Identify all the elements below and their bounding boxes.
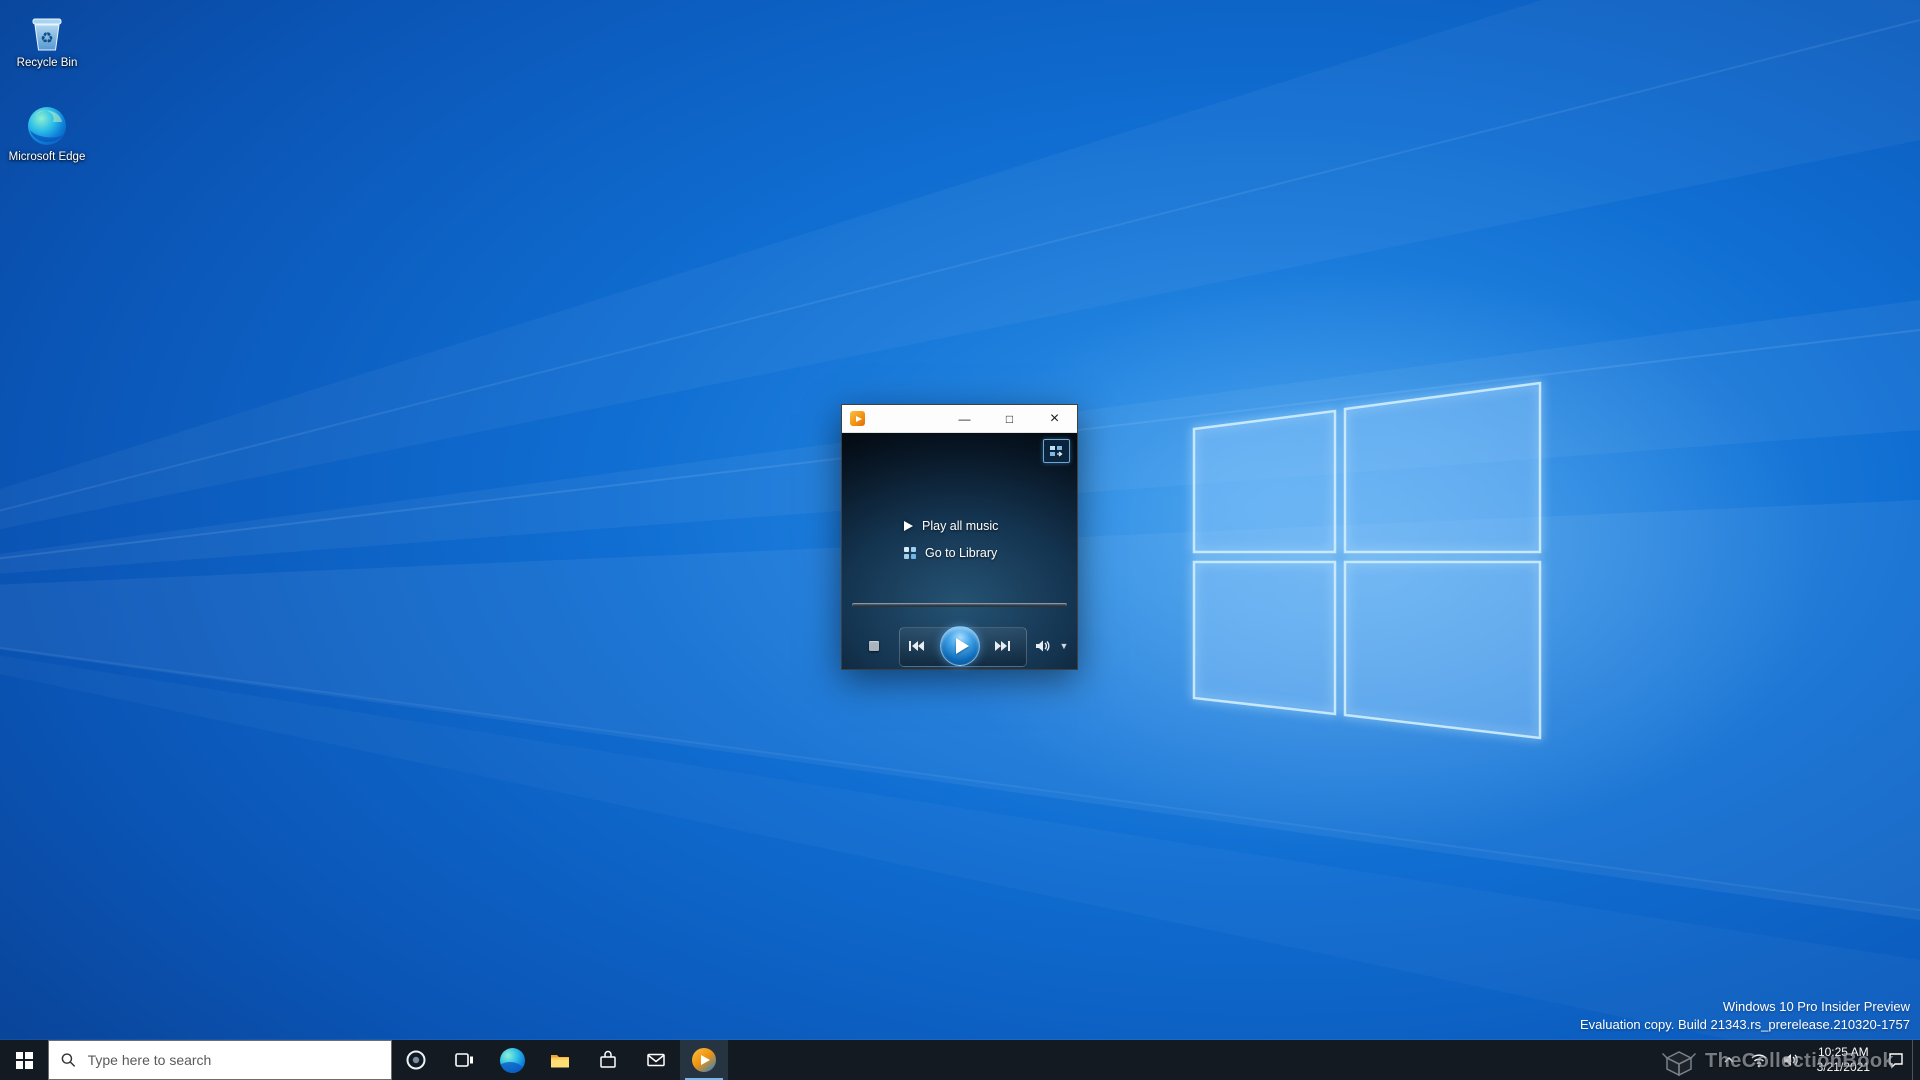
previous-button[interactable] [908,640,924,652]
show-desktop-button[interactable] [1912,1040,1920,1080]
more-options-button[interactable]: ▼ [1060,641,1069,651]
chevron-down-icon: ▼ [1059,641,1069,651]
mail-icon [647,1053,665,1067]
stop-button[interactable] [869,641,879,651]
volume-icon [1783,1054,1798,1066]
mute-button[interactable] [1035,639,1051,653]
clock-time: 10:25 AM [1817,1045,1869,1059]
taskbar: 10:25 AM 3/21/2021 [0,1040,1920,1080]
taskbar-item-task-view[interactable] [440,1040,488,1080]
taskbar-item-mail[interactable] [632,1040,680,1080]
minimize-button[interactable]: — [942,405,987,432]
edge-icon [28,107,66,145]
taskbar-item-microsoft-store[interactable] [584,1040,632,1080]
chevron-up-icon [1724,1056,1734,1063]
clock-date: 3/21/2021 [1816,1060,1870,1074]
desktop-icon-microsoft-edge[interactable]: Microsoft Edge [8,104,86,165]
build-watermark: Windows 10 Pro Insider Preview Evaluatio… [1580,998,1910,1034]
task-view-icon [455,1053,473,1067]
desktop-icon-label: Recycle Bin [16,57,78,69]
stop-icon [869,641,879,651]
next-button[interactable] [995,640,1011,652]
action-center-icon [1889,1053,1903,1069]
taskbar-clock[interactable]: 10:25 AM 3/21/2021 [1807,1040,1880,1080]
svg-text:♻: ♻ [40,29,53,47]
play-icon [904,521,913,531]
build-watermark-line1: Windows 10 Pro Insider Preview [1722,999,1910,1014]
menu-item-label: Play all music [922,519,999,533]
library-grid-icon [904,547,916,559]
windows-media-player-icon [692,1048,716,1072]
media-player-window: — □ × Play all music Go to Library ▼ [841,404,1078,670]
taskbar-item-cortana[interactable] [392,1040,440,1080]
system-tray: 10:25 AM 3/21/2021 [1715,1040,1920,1080]
taskbar-item-windows-media-player[interactable] [680,1040,728,1080]
taskbar-search-box[interactable] [48,1040,392,1080]
close-button[interactable]: × [1032,405,1077,432]
cortana-icon [406,1050,426,1070]
desktop-icon-recycle-bin[interactable]: ♻ Recycle Bin [8,10,86,71]
seek-bar[interactable] [852,603,1067,607]
recycle-bin-icon: ♻ [32,18,62,51]
previous-icon [909,641,924,651]
play-all-music-item[interactable]: Play all music [904,519,998,533]
desktop: ♻ Recycle Bin Microsoft Edge — □ × Play … [0,0,1920,1080]
window-caption-buttons: — □ × [942,405,1077,432]
show-hidden-icons-button[interactable] [1715,1040,1743,1080]
maximize-button[interactable]: □ [987,405,1032,432]
windows-start-icon [15,1051,33,1069]
search-input[interactable] [85,1051,391,1069]
playback-controls: ▼ [842,625,1077,667]
media-player-app-icon [850,411,865,426]
now-playing-menu: Play all music Go to Library [904,519,998,560]
play-button[interactable] [940,626,980,666]
file-explorer-icon [551,1055,569,1068]
edge-icon [499,1047,525,1073]
action-center-button[interactable] [1880,1040,1912,1080]
network-tray-button[interactable] [1743,1040,1775,1080]
search-icon [61,1053,76,1067]
menu-item-label: Go to Library [925,546,998,560]
taskbar-item-file-explorer[interactable] [536,1040,584,1080]
taskbar-item-edge[interactable] [488,1040,536,1080]
switch-to-library-button[interactable] [1043,439,1070,463]
volume-icon [1036,640,1050,652]
media-player-now-playing: Play all music Go to Library ▼ [842,433,1077,669]
play-icon [940,626,980,666]
next-icon [995,641,1010,651]
network-icon [1751,1054,1767,1068]
media-player-titlebar[interactable]: — □ × [842,405,1077,433]
start-button[interactable] [0,1040,48,1080]
go-to-library-item[interactable]: Go to Library [904,546,998,560]
desktop-icon-label: Microsoft Edge [8,151,86,163]
volume-tray-button[interactable] [1775,1040,1807,1080]
library-switch-icon [1050,445,1063,457]
build-watermark-line2: Evaluation copy. Build 21343.rs_prerelea… [1579,1017,1910,1032]
store-icon [600,1050,616,1068]
